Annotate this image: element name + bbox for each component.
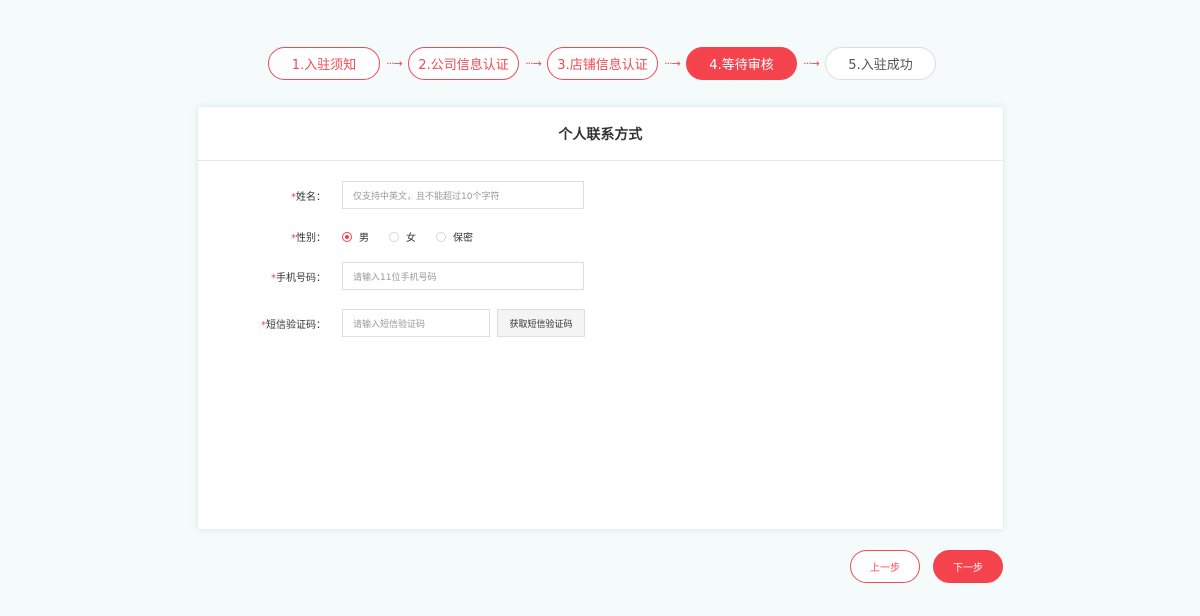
arrow-right-icon: ···→ (525, 56, 542, 70)
form-title: 个人联系方式 (198, 107, 1003, 161)
gender-label: *性别： (198, 229, 328, 244)
progress-steps: 1.入驻须知 ···→ 2.公司信息认证 ···→ 3.店铺信息认证 ···→ … (268, 46, 936, 80)
radio-label: 保密 (453, 233, 473, 244)
phone-label: *手机号码： (198, 269, 328, 284)
radio-checked-icon (342, 231, 352, 242)
step-4-awaiting-review: 4.等待审核 (686, 46, 797, 80)
name-input[interactable]: 仅支持中英文，且不能超过10个字符 (342, 181, 584, 209)
sms-row: *短信验证码： 请输入短信验证码 获取短信验证码 (198, 309, 585, 337)
radio-label: 女 (406, 233, 416, 244)
name-label-text: 姓名： (296, 191, 326, 203)
next-step-button[interactable]: 下一步 (933, 550, 1003, 583)
sms-code-input[interactable]: 请输入短信验证码 (342, 309, 490, 337)
radio-label: 男 (359, 233, 369, 244)
gender-row: *性别： 男 女 保密 (198, 229, 493, 244)
phone-label-text: 手机号码： (276, 272, 326, 284)
name-row: *姓名： 仅支持中英文，且不能超过10个字符 (198, 181, 584, 209)
name-label: *姓名： (198, 188, 328, 203)
phone-input[interactable]: 请输入11位手机号码 (342, 262, 584, 290)
step-3-store-verification: 3.店铺信息认证 (547, 46, 658, 80)
gender-label-text: 性别： (296, 233, 326, 244)
sms-label-text: 短信验证码： (266, 319, 326, 331)
phone-row: *手机号码： 请输入11位手机号码 (198, 262, 584, 290)
step-1-notice: 1.入驻须知 (268, 46, 380, 80)
arrow-right-icon: ···→ (664, 56, 681, 70)
arrow-right-icon: ···→ (803, 56, 820, 70)
gender-radio-secret[interactable]: 保密 (436, 229, 473, 244)
gender-radio-male[interactable]: 男 (342, 229, 369, 244)
radio-unchecked-icon (389, 231, 399, 242)
gender-radio-female[interactable]: 女 (389, 229, 416, 244)
prev-step-button[interactable]: 上一步 (850, 550, 920, 583)
contact-form-panel: 个人联系方式 *姓名： 仅支持中英文，且不能超过10个字符 *性别： 男 女 保… (198, 107, 1003, 529)
get-sms-code-button[interactable]: 获取短信验证码 (497, 309, 585, 337)
radio-unchecked-icon (436, 231, 446, 242)
step-5-success: 5.入驻成功 (825, 46, 936, 80)
gender-radio-group: 男 女 保密 (342, 229, 493, 244)
step-2-company-verification: 2.公司信息认证 (408, 46, 519, 80)
arrow-right-icon: ···→ (386, 56, 403, 70)
sms-label: *短信验证码： (198, 316, 328, 331)
